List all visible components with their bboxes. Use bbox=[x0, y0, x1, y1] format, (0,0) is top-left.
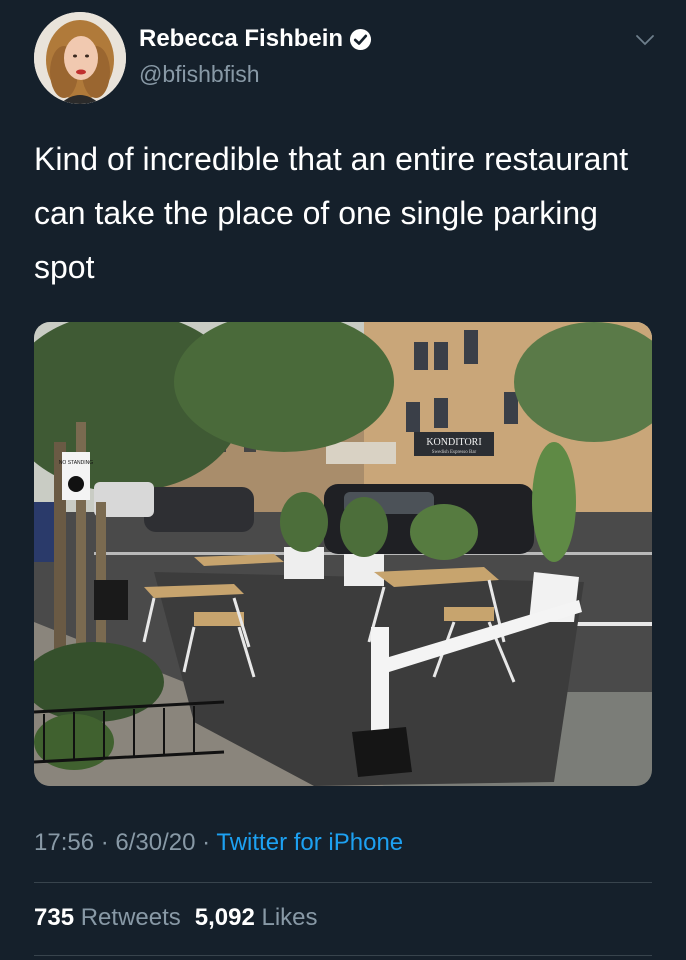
tweet-meta: 17:56 · 6/30/20 · Twitter for iPhone bbox=[34, 829, 403, 857]
chevron-down-icon[interactable] bbox=[633, 28, 657, 52]
meta-separator: · bbox=[202, 829, 211, 856]
retweets-label: Retweets bbox=[80, 904, 181, 931]
verified-badge-icon bbox=[350, 28, 372, 50]
avatar-image bbox=[34, 12, 126, 104]
tweet-photo[interactable]: KONDITORI Swedish Espresso Bar NO STANDI… bbox=[34, 322, 652, 786]
tweet-source-link[interactable]: Twitter for iPhone bbox=[216, 829, 403, 856]
likes-count: 5,092 bbox=[194, 904, 255, 931]
tweet-time[interactable]: 17:56 bbox=[34, 829, 94, 856]
konditori-sign: KONDITORI bbox=[426, 437, 481, 448]
divider bbox=[34, 955, 652, 956]
retweets-count: 735 bbox=[34, 904, 75, 931]
likes-stat[interactable]: 5,092 Likes bbox=[195, 904, 318, 932]
likes-label: Likes bbox=[261, 904, 318, 931]
avatar[interactable] bbox=[34, 12, 126, 104]
retweets-stat[interactable]: 735 Retweets bbox=[34, 904, 181, 932]
meta-separator: · bbox=[100, 829, 109, 856]
author-name-row[interactable]: Rebecca Fishbein bbox=[139, 25, 372, 53]
photo-street-scene: KONDITORI Swedish Espresso Bar NO STANDI… bbox=[34, 322, 652, 786]
tweet-date[interactable]: 6/30/20 bbox=[115, 829, 195, 856]
divider bbox=[34, 882, 652, 883]
konditori-subtitle: Swedish Espresso Bar bbox=[432, 450, 477, 455]
tweet-text: Kind of incredible that an entire restau… bbox=[34, 141, 629, 285]
parking-sign-text: NO STANDING bbox=[59, 460, 93, 466]
tweet-stats: 735 Retweets 5,092 Likes bbox=[34, 904, 318, 932]
display-name[interactable]: Rebecca Fishbein bbox=[139, 25, 343, 53]
user-handle[interactable]: @bfishbfish bbox=[139, 61, 260, 88]
